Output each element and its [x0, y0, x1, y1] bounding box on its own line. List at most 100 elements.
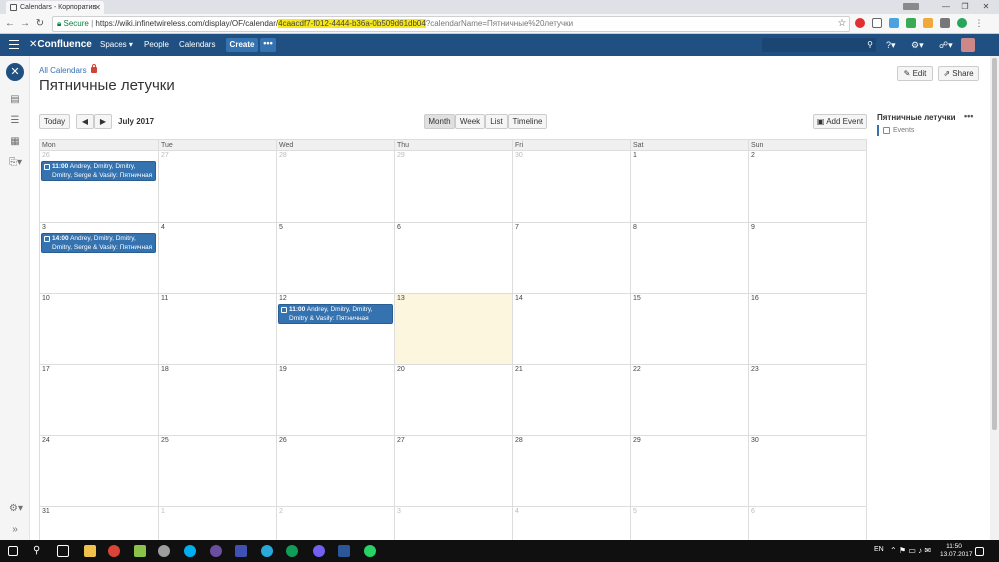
- extension-icon[interactable]: [923, 18, 933, 28]
- calendar-day[interactable]: 23: [748, 365, 866, 435]
- scrollbar-thumb[interactable]: [992, 58, 997, 430]
- word-icon[interactable]: [338, 545, 350, 557]
- extension-icon[interactable]: [889, 18, 899, 28]
- calendar-event[interactable]: 11:00 Andrey, Dmitry, Dmitry, Dmitry & V…: [278, 304, 393, 324]
- skype-icon[interactable]: [184, 545, 196, 557]
- browser-tab[interactable]: Calendars - Корпоратив ✕: [6, 1, 104, 14]
- vertical-scrollbar[interactable]: [990, 56, 999, 540]
- whatsapp-icon[interactable]: [364, 545, 376, 557]
- opera-extension-icon[interactable]: [855, 18, 865, 28]
- maximize-icon[interactable]: ❐: [955, 0, 975, 13]
- calendar-list-title[interactable]: Пятничные летучки: [877, 113, 956, 122]
- pages-icon[interactable]: ▤: [9, 94, 21, 106]
- calendar-day[interactable]: 31: [40, 507, 158, 541]
- calendar-day[interactable]: 16: [748, 294, 866, 364]
- calendar-day[interactable]: 4: [512, 507, 630, 541]
- hangouts-icon[interactable]: [286, 545, 298, 557]
- calendar-day[interactable]: 4: [158, 223, 276, 293]
- calendar-day[interactable]: 8: [630, 223, 748, 293]
- today-button[interactable]: Today: [39, 114, 70, 129]
- chrome-menu-icon[interactable]: ⋮: [974, 18, 984, 28]
- back-icon[interactable]: ←: [4, 17, 16, 31]
- create-button[interactable]: Create: [226, 38, 258, 52]
- calendar-options-button[interactable]: •••: [964, 111, 973, 121]
- calendar-day[interactable]: 27: [394, 436, 512, 506]
- settings-gear-icon[interactable]: ⚙▾: [911, 39, 924, 51]
- system-tray-icons[interactable]: ⌃ ⚑ ▭ ♪ ✉: [890, 545, 936, 557]
- edit-button[interactable]: ✎ Edit: [897, 66, 933, 81]
- calendar-icon[interactable]: ▦: [9, 136, 21, 148]
- close-window-icon[interactable]: ✕: [976, 0, 996, 13]
- calendar-day[interactable]: 6: [394, 223, 512, 293]
- calendar-day[interactable]: 20: [394, 365, 512, 435]
- bookmark-star-icon[interactable]: ☆: [836, 17, 848, 31]
- calendar-day[interactable]: 21: [512, 365, 630, 435]
- calendar-event[interactable]: 14:00 Andrey, Dmitry, Dmitry, Dmitry, Se…: [41, 233, 156, 253]
- search-taskbar-icon[interactable]: ⚲: [33, 545, 45, 557]
- calendar-day[interactable]: 2: [276, 507, 394, 541]
- calendar-events-item[interactable]: Events: [877, 125, 914, 136]
- reload-icon[interactable]: ↻: [34, 17, 46, 31]
- task-view-icon[interactable]: [57, 545, 69, 557]
- pocket-extension-icon[interactable]: [872, 18, 882, 28]
- forward-icon[interactable]: →: [19, 17, 31, 31]
- calendar-day[interactable]: 5: [630, 507, 748, 541]
- language-indicator[interactable]: EN: [874, 546, 884, 553]
- minimize-icon[interactable]: —: [936, 0, 956, 13]
- calendar-day[interactable]: 1: [158, 507, 276, 541]
- calendar-day[interactable]: 3 14:00 Andrey, Dmitry, Dmitry, Dmitry, …: [40, 223, 158, 293]
- expand-sidebar-icon[interactable]: »: [9, 524, 21, 536]
- calendar-day[interactable]: 3: [394, 507, 512, 541]
- sidebar-settings-icon[interactable]: ⚙▾: [9, 503, 23, 515]
- network-tool-icon[interactable]: [235, 545, 247, 557]
- calendars-link[interactable]: Calendars: [179, 38, 215, 52]
- notepad-icon[interactable]: [134, 545, 146, 557]
- chrome-icon[interactable]: [108, 545, 120, 557]
- blog-feed-icon[interactable]: ☰: [9, 115, 21, 127]
- extension-icon[interactable]: [940, 18, 950, 28]
- add-event-button[interactable]: ▣ Add Event: [813, 114, 867, 129]
- calendar-day[interactable]: 19: [276, 365, 394, 435]
- view-list-button[interactable]: List: [485, 114, 508, 129]
- calendar-day[interactable]: 17: [40, 365, 158, 435]
- calendar-day[interactable]: 26: [276, 436, 394, 506]
- calendar-day[interactable]: 7: [512, 223, 630, 293]
- user-avatar[interactable]: [961, 38, 975, 52]
- view-week-button[interactable]: Week: [455, 114, 485, 129]
- browser-icon[interactable]: [158, 545, 170, 557]
- extension-icon[interactable]: [957, 18, 967, 28]
- calendar-day[interactable]: 1: [630, 151, 748, 222]
- calendar-day[interactable]: 28: [276, 151, 394, 222]
- calendar-day[interactable]: 26 11:00 Andrey, Dmitry, Dmitry, Dmitry,…: [40, 151, 158, 222]
- calendar-day[interactable]: 22: [630, 365, 748, 435]
- calendar-day[interactable]: 2: [748, 151, 866, 222]
- share-button[interactable]: ⇗ Share: [938, 66, 979, 81]
- create-more-button[interactable]: •••: [260, 38, 276, 52]
- calendar-day[interactable]: 11: [158, 294, 276, 364]
- app-switcher-icon[interactable]: [9, 40, 19, 49]
- search-input[interactable]: ⚲: [762, 38, 876, 52]
- spaces-menu[interactable]: Spaces ▾: [100, 38, 133, 52]
- calendar-day[interactable]: 27: [158, 151, 276, 222]
- calendar-day[interactable]: 25: [158, 436, 276, 506]
- notification-center-icon[interactable]: [975, 547, 984, 556]
- people-link[interactable]: People: [144, 38, 169, 52]
- url-field[interactable]: 🔒︎ Secure | https://wiki.infinetwireless…: [52, 16, 850, 32]
- calendar-event[interactable]: 11:00 Andrey, Dmitry, Dmitry, Dmitry, Se…: [41, 161, 156, 181]
- calendar-day[interactable]: 29: [394, 151, 512, 222]
- viber-icon[interactable]: [313, 545, 325, 557]
- calendar-day[interactable]: 12 11:00 Andrey, Dmitry, Dmitry, Dmitry …: [276, 294, 394, 364]
- calendar-day[interactable]: 5: [276, 223, 394, 293]
- confluence-logo[interactable]: ✕Confluence: [29, 37, 92, 53]
- telegram-icon[interactable]: [261, 545, 273, 557]
- start-windows-icon[interactable]: [8, 546, 18, 556]
- calendar-day-today[interactable]: 13: [394, 294, 512, 364]
- space-logo-icon[interactable]: ✕: [6, 63, 24, 81]
- calendar-day[interactable]: 10: [40, 294, 158, 364]
- next-month-button[interactable]: ▶: [94, 114, 112, 129]
- browser-profile-badge[interactable]: [903, 3, 919, 10]
- space-tools-icon[interactable]: ⎘▾: [9, 157, 22, 169]
- calendar-day[interactable]: 30: [748, 436, 866, 506]
- evernote-extension-icon[interactable]: [906, 18, 916, 28]
- view-timeline-button[interactable]: Timeline: [508, 114, 547, 129]
